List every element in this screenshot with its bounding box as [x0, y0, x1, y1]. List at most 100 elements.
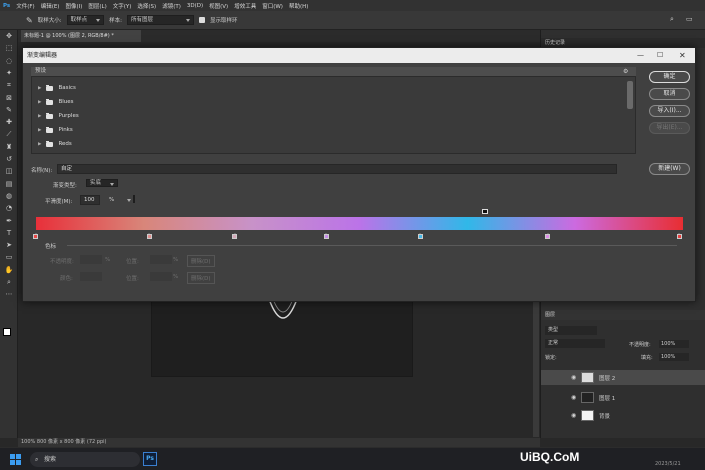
- taskbar-search[interactable]: ⌕ 搜索: [30, 452, 140, 467]
- opacity-stop[interactable]: [482, 209, 488, 214]
- menu-item[interactable]: 帮助(H): [286, 2, 311, 10]
- color-stop[interactable]: [33, 233, 38, 239]
- expand-arrow-icon[interactable]: ▶: [38, 142, 41, 147]
- app-logo[interactable]: Ps: [0, 3, 13, 9]
- layer-kind-filter[interactable]: 类型: [545, 326, 597, 335]
- menu-item[interactable]: 编辑(E): [38, 2, 63, 10]
- magic-wand-icon[interactable]: ✦: [0, 67, 18, 79]
- document-tab[interactable]: 未标题-1 @ 100% (图层 2, RGB/8#) *: [21, 30, 141, 42]
- minimize-icon[interactable]: —: [637, 48, 644, 63]
- expand-arrow-icon[interactable]: ▶: [38, 114, 41, 119]
- expand-arrow-icon[interactable]: ▶: [38, 86, 41, 91]
- gear-icon[interactable]: ⚙: [623, 67, 628, 76]
- expand-arrow-icon[interactable]: ▶: [38, 100, 41, 105]
- sample-size-dropdown[interactable]: 取样点: [66, 15, 105, 25]
- lock-label: 锁定:: [545, 355, 557, 361]
- color-stops-track[interactable]: [33, 232, 683, 240]
- ok-button[interactable]: 确定: [649, 71, 690, 83]
- search-icon[interactable]: ⌕: [670, 15, 674, 24]
- eraser-tool-icon[interactable]: ◫: [0, 165, 18, 177]
- eyedropper-icon[interactable]: ✎: [26, 16, 33, 25]
- layer-row[interactable]: ◉ 图层 2: [541, 370, 705, 385]
- lasso-tool-icon[interactable]: ◌: [0, 55, 18, 67]
- menu-item[interactable]: 增效工具: [231, 2, 259, 10]
- smoothness-input[interactable]: 100: [80, 195, 100, 205]
- opacity-location-input[interactable]: [150, 255, 172, 264]
- export-button[interactable]: 导出(E)...: [649, 122, 690, 134]
- move-tool-icon[interactable]: ✥: [0, 30, 18, 42]
- color-location-input[interactable]: [150, 272, 172, 281]
- shape-tool-icon[interactable]: ▭: [0, 251, 18, 263]
- maximize-icon[interactable]: ☐: [657, 48, 663, 63]
- new-button[interactable]: 新建(W): [649, 163, 690, 175]
- visibility-eye-icon[interactable]: ◉: [571, 374, 576, 381]
- gradient-bar[interactable]: [36, 217, 683, 230]
- foreground-color-swatch[interactable]: [3, 328, 11, 336]
- fill-field[interactable]: 100%: [659, 353, 689, 361]
- menu-item[interactable]: 图层(L): [85, 2, 109, 10]
- cancel-button[interactable]: 取消: [649, 88, 690, 100]
- pen-tool-icon[interactable]: ✒: [0, 214, 18, 226]
- preset-folder[interactable]: ▶ Basics: [38, 83, 76, 93]
- menu-item[interactable]: 滤镜(T): [159, 2, 184, 10]
- color-stop[interactable]: [232, 233, 238, 239]
- photoshop-taskbar-icon[interactable]: Ps: [143, 452, 157, 466]
- vertical-scrollbar[interactable]: [533, 297, 539, 437]
- more-tools-icon[interactable]: ⋯: [0, 288, 18, 300]
- expand-arrow-icon[interactable]: ▶: [38, 128, 41, 133]
- color-stop[interactable]: [676, 233, 682, 239]
- brush-tool-icon[interactable]: ⟋: [0, 128, 18, 140]
- menu-item[interactable]: 3D(D): [184, 3, 206, 9]
- layer-row[interactable]: ◉ 背景: [541, 408, 705, 423]
- menu-item[interactable]: 图像(I): [62, 2, 85, 10]
- color-stop[interactable]: [146, 233, 152, 239]
- preset-folder[interactable]: ▶ Blues: [38, 97, 74, 107]
- menu-item[interactable]: 文件(F): [13, 2, 37, 10]
- preset-folder[interactable]: ▶ Purples: [38, 111, 79, 121]
- share-icon[interactable]: ▭: [686, 15, 693, 23]
- layer-opacity-field[interactable]: 100%: [659, 340, 689, 348]
- preset-folder[interactable]: ▶ Reds: [38, 139, 72, 149]
- healing-brush-icon[interactable]: ✚: [0, 116, 18, 128]
- stamp-tool-icon[interactable]: ♜: [0, 141, 18, 153]
- color-swatch[interactable]: [80, 272, 102, 281]
- layers-panel-title[interactable]: 图层: [541, 310, 705, 320]
- color-stop[interactable]: [323, 233, 329, 239]
- gradient-type-dropdown[interactable]: 实底: [86, 179, 119, 187]
- menu-item[interactable]: 文字(Y): [110, 2, 135, 10]
- show-ring-checkbox[interactable]: [198, 17, 205, 23]
- visibility-eye-icon[interactable]: ◉: [571, 394, 576, 401]
- preset-folder[interactable]: ▶ Pinks: [38, 125, 73, 135]
- close-icon[interactable]: ✕: [679, 48, 686, 63]
- sample-dropdown[interactable]: 所有图层: [126, 15, 194, 25]
- blend-mode-dropdown[interactable]: 正常: [545, 339, 605, 348]
- menu-item[interactable]: 窗口(W): [259, 2, 286, 10]
- color-stop[interactable]: [417, 233, 423, 239]
- visibility-eye-icon[interactable]: ◉: [571, 412, 576, 419]
- color-stop[interactable]: [545, 233, 551, 239]
- frame-tool-icon[interactable]: ⊠: [0, 91, 18, 103]
- menu-item[interactable]: 选择(S): [134, 2, 159, 10]
- eyedropper-tool-icon[interactable]: ✎: [0, 104, 18, 116]
- import-button[interactable]: 导入(I)...: [649, 105, 690, 117]
- delete-opacity-button[interactable]: 删除(D): [187, 255, 215, 267]
- smoothness-dropdown[interactable]: [133, 195, 136, 203]
- crop-tool-icon[interactable]: ⌗: [0, 79, 18, 91]
- zoom-tool-icon[interactable]: ⌕: [0, 276, 18, 288]
- type-tool-icon[interactable]: T: [0, 227, 18, 239]
- opacity-input[interactable]: [80, 255, 102, 264]
- history-brush-icon[interactable]: ↺: [0, 153, 18, 165]
- menu-item[interactable]: 视图(V): [206, 2, 231, 10]
- gradient-tool-icon[interactable]: ▤: [0, 178, 18, 190]
- presets-scrollbar[interactable]: [627, 81, 633, 109]
- layer-row[interactable]: ◉ 图层 1: [541, 390, 705, 405]
- hand-tool-icon[interactable]: ✋: [0, 264, 18, 276]
- name-input[interactable]: 自定: [57, 164, 617, 174]
- dialog-titlebar[interactable]: 渐变编辑器 — ☐ ✕: [23, 48, 695, 63]
- marquee-tool-icon[interactable]: ⬚: [0, 42, 18, 54]
- dodge-tool-icon[interactable]: ◔: [0, 202, 18, 214]
- blur-tool-icon[interactable]: ◍: [0, 190, 18, 202]
- delete-color-button[interactable]: 删除(D): [187, 272, 215, 284]
- path-select-icon[interactable]: ➤: [0, 239, 18, 251]
- windows-start-icon[interactable]: [10, 454, 21, 465]
